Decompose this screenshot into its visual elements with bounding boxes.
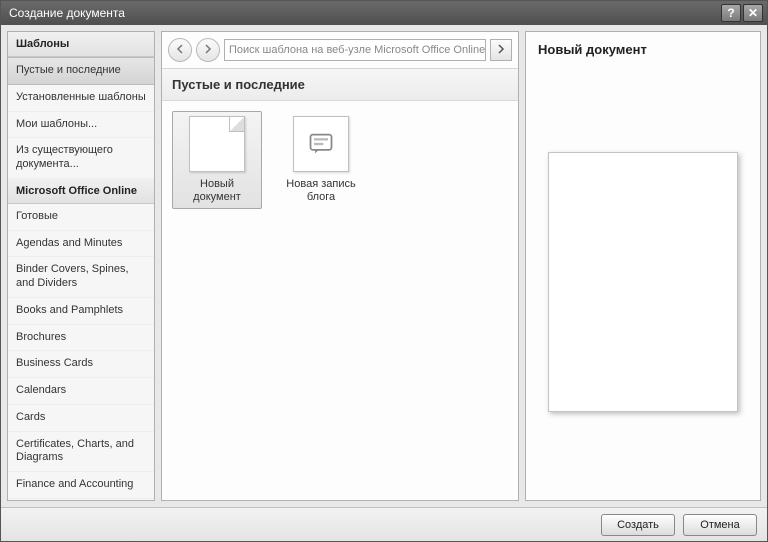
template-label: Новый документ xyxy=(177,178,257,204)
sidebar-item[interactable]: Пустые и последние xyxy=(8,57,154,85)
cancel-button[interactable]: Отмена xyxy=(683,514,757,536)
sidebar-item[interactable]: Мои шаблоны... xyxy=(8,112,154,139)
arrow-right-icon xyxy=(203,44,213,57)
template-item[interactable]: Новая запись блога xyxy=(276,111,366,209)
template-list: Новый документ Новая запись блога xyxy=(162,101,518,500)
document-icon xyxy=(189,116,245,172)
nav-bar: Поиск шаблона на веб-узле Microsoft Offi… xyxy=(162,32,518,69)
sidebar-header-templates: Шаблоны xyxy=(8,32,154,57)
new-document-dialog: Создание документа ? ✕ ШаблоныПустые и п… xyxy=(0,0,768,542)
sidebar-item[interactable]: Finance and Accounting xyxy=(8,472,154,499)
sidebar-item[interactable]: Flyers xyxy=(8,499,154,501)
back-button[interactable] xyxy=(168,38,192,62)
sidebar-item[interactable]: Binder Covers, Spines, and Dividers xyxy=(8,257,154,298)
close-button[interactable]: ✕ xyxy=(743,4,763,22)
blog-post-icon xyxy=(293,116,349,172)
preview-body xyxy=(526,63,760,500)
section-header: Пустые и последние xyxy=(162,69,518,101)
arrow-right-icon xyxy=(496,44,506,57)
search-go-button[interactable] xyxy=(490,39,512,61)
sidebar-header-online: Microsoft Office Online xyxy=(8,179,154,204)
dialog-body: ШаблоныПустые и последниеУстановленные ш… xyxy=(1,25,767,507)
arrow-left-icon xyxy=(175,44,185,57)
preview-page-icon xyxy=(548,152,738,412)
dialog-footer: Создать Отмена xyxy=(1,507,767,541)
search-input[interactable]: Поиск шаблона на веб-узле Microsoft Offi… xyxy=(224,39,486,61)
sidebar-item[interactable]: Books and Pamphlets xyxy=(8,298,154,325)
search-placeholder: Поиск шаблона на веб-узле Microsoft Offi… xyxy=(229,44,485,56)
sidebar-item[interactable]: Calendars xyxy=(8,378,154,405)
sidebar-item[interactable]: Cards xyxy=(8,405,154,432)
sidebar-item[interactable]: Agendas and Minutes xyxy=(8,231,154,258)
titlebar: Создание документа ? ✕ xyxy=(1,1,767,25)
sidebar-item[interactable]: Установленные шаблоны xyxy=(8,85,154,112)
help-button[interactable]: ? xyxy=(721,4,741,22)
sidebar-item[interactable]: Brochures xyxy=(8,325,154,352)
center-pane: Поиск шаблона на веб-узле Microsoft Offi… xyxy=(161,31,519,501)
sidebar-item[interactable]: Готовые xyxy=(8,204,154,231)
template-label: Новая запись блога xyxy=(281,178,361,204)
create-button[interactable]: Создать xyxy=(601,514,675,536)
close-icon: ✕ xyxy=(748,6,758,20)
sidebar[interactable]: ШаблоныПустые и последниеУстановленные ш… xyxy=(7,31,155,501)
preview-pane: Новый документ xyxy=(525,31,761,501)
preview-title: Новый документ xyxy=(526,32,760,63)
template-item[interactable]: Новый документ xyxy=(172,111,262,209)
sidebar-item[interactable]: Из существующего документа... xyxy=(8,138,154,179)
sidebar-item[interactable]: Certificates, Charts, and Diagrams xyxy=(8,432,154,473)
dialog-title: Создание документа xyxy=(9,6,719,20)
sidebar-item[interactable]: Business Cards xyxy=(8,351,154,378)
forward-button[interactable] xyxy=(196,38,220,62)
